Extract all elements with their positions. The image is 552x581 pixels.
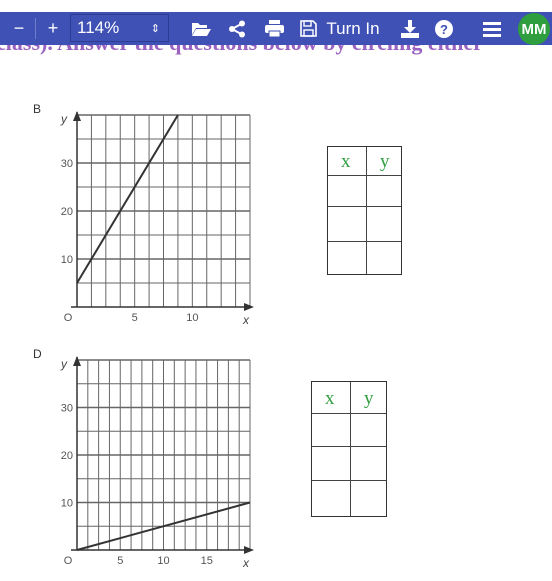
- y-axis-arrow: [73, 356, 81, 366]
- x-tick-label: 10: [186, 312, 198, 324]
- table-header-y: y: [380, 151, 390, 172]
- y-tick-label: 10: [61, 254, 73, 266]
- x-axis-arrow: [244, 303, 254, 311]
- origin-label: O: [64, 555, 73, 567]
- x-tick-label: 15: [201, 555, 213, 567]
- y-axis-label: y: [60, 357, 68, 371]
- x-tick-label: 5: [117, 555, 123, 567]
- table-header-x: x: [325, 388, 335, 409]
- data-line: [76, 114, 179, 284]
- table-d: x y: [311, 381, 387, 517]
- x-axis-label: x: [242, 556, 250, 570]
- table-header-y: y: [364, 388, 374, 409]
- y-tick-label: 30: [61, 158, 73, 170]
- origin-label: O: [64, 312, 73, 324]
- table-b: x y: [327, 146, 402, 275]
- y-tick-label: 20: [61, 450, 73, 462]
- graphs-canvas: 5 10 10 20 30 Oy x 5 10 15 10 20 30 Oy x: [60, 111, 254, 570]
- y-tick-label: 30: [61, 403, 73, 415]
- y-axis-label: y: [60, 112, 68, 126]
- x-tick-label: 10: [157, 555, 169, 567]
- table-header-x: x: [341, 151, 351, 172]
- y-tick-label: 10: [61, 498, 73, 510]
- y-tick-label: 20: [61, 206, 73, 218]
- x-tick-label: 5: [132, 312, 138, 324]
- y-axis-arrow: [73, 111, 81, 121]
- x-axis-arrow: [244, 546, 254, 554]
- x-axis-label: x: [242, 313, 250, 327]
